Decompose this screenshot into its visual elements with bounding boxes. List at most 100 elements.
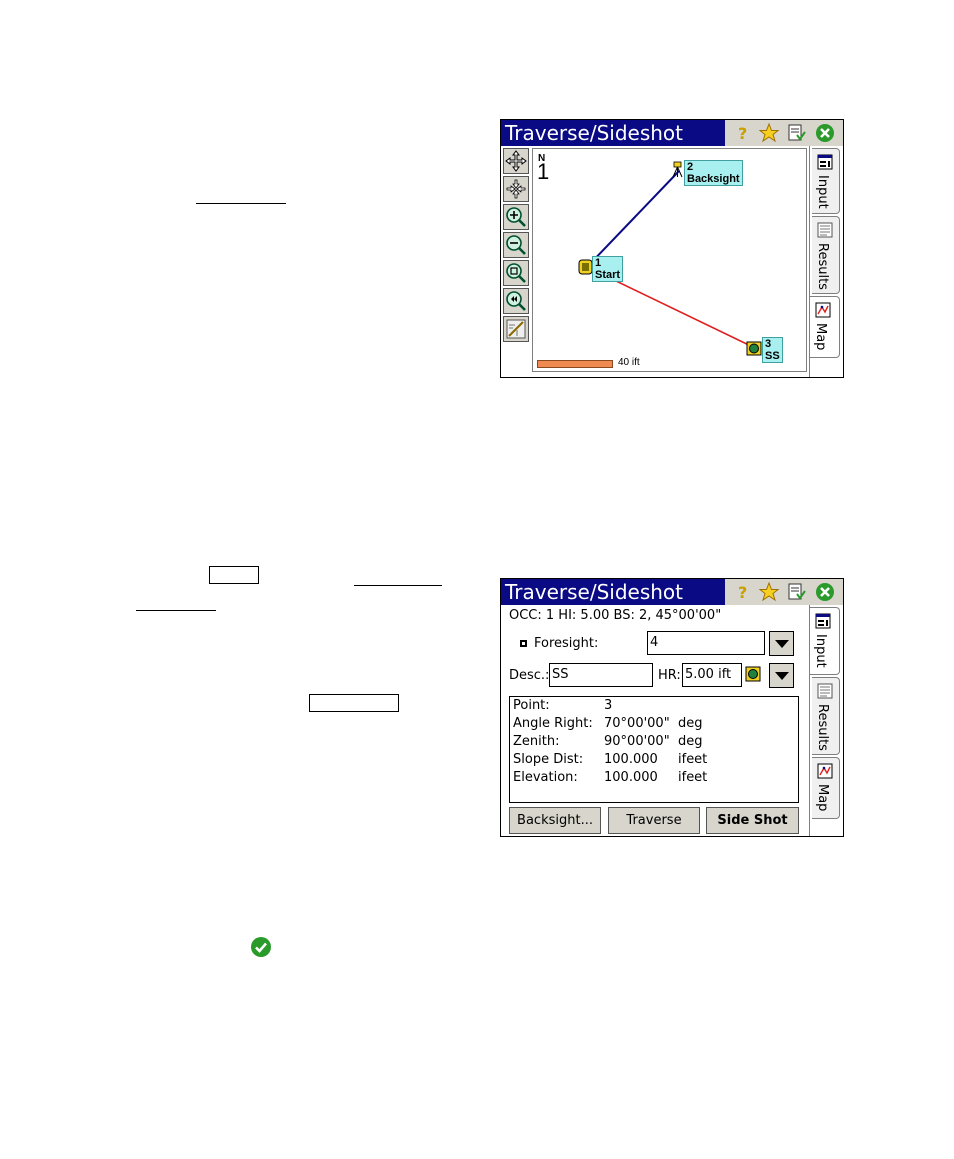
results-panel: Point: 3 Angle Right: 70°00'00" deg Zeni… [509,696,799,803]
desc-label: Desc.: [509,668,550,683]
point-1-label[interactable]: 1 Start [592,256,624,282]
title-bar: Traverse/Sideshot ? [501,120,843,146]
window-title: Traverse/Sideshot [505,121,684,145]
start-station-icon [578,259,593,275]
zoom-in-button[interactable] [503,204,529,230]
routines-icon[interactable] [787,582,807,602]
result-label: Angle Right: [513,716,593,731]
side-tabs: Input Results Map [809,605,843,836]
point-name: Backsight [687,173,740,185]
map-canvas[interactable]: N 1 1 Start 2 Backsight 3 SS 40 ift [532,148,807,372]
map-tab-icon [815,302,831,318]
favorites-star-icon[interactable] [759,123,779,143]
input-client: OCC: 1 HI: 5.00 BS: 2, 45°00'00" Foresig… [501,605,843,836]
hr-label: HR: [658,668,681,683]
result-value: 70°00'00" [604,716,670,731]
title-icons: ? [725,120,843,146]
results-tab-icon [817,222,833,238]
point-name: Start [595,269,621,281]
title-bar: Traverse/Sideshot ? [501,579,843,605]
occupied-header: OCC: 1 HI: 5.00 BS: 2, 45°00'00" [509,608,722,623]
side-shot-button[interactable]: Side Shot [706,807,799,834]
tab-label: Map [815,784,830,812]
routines-icon[interactable] [787,123,807,143]
svg-text:?: ? [738,583,747,602]
point-number: 2 [687,161,694,173]
title-icons: ? [725,579,843,605]
backsight-button[interactable]: Backsight... [509,807,601,834]
hr-dropdown-button[interactable] [769,663,794,688]
foresight-input[interactable]: 4 [647,631,765,655]
tab-label: Input [815,175,830,209]
result-value: 3 [604,698,613,713]
pan-icon [505,150,527,172]
result-label: Zenith: [513,734,560,749]
result-label: Elevation: [513,770,578,785]
result-unit: ifeet [678,770,708,785]
input-tab-icon [817,154,833,170]
zoom-extents-icon [506,179,526,199]
ok-check-icon [251,937,271,957]
svg-text:?: ? [738,124,747,143]
underline-mark [136,610,216,611]
close-icon[interactable] [815,123,835,143]
boxed-key-mark [209,566,259,584]
foresight-bullet-icon [520,640,527,647]
favorites-star-icon[interactable] [759,582,779,602]
desc-input[interactable]: SS [549,663,653,687]
tab-results[interactable]: Results [812,216,840,294]
point-number: 1 [595,257,602,269]
underline-mark [354,585,442,586]
result-label: Slope Dist: [513,752,584,767]
sideshot-prism-icon [746,341,762,356]
hr-input[interactable]: 5.00 ift [682,663,742,687]
result-value: 90°00'00" [604,734,670,749]
zoom-previous-button[interactable] [503,288,529,314]
zoom-out-button[interactable] [503,232,529,258]
tab-label: Input [813,634,828,668]
map-window: Traverse/Sideshot ? N 1 1 Start 2 Backsi… [500,119,844,378]
tab-label: Map [813,323,828,351]
underline-mark [196,203,286,204]
result-value: 100.000 [604,752,658,767]
traverse-button[interactable]: Traverse [608,807,700,834]
map-options-icon [506,319,526,339]
help-icon[interactable]: ? [733,123,753,143]
zoom-extents-button[interactable] [503,176,529,202]
tab-input[interactable]: Input [810,607,840,675]
map-tab-icon [817,763,833,779]
result-value: 100.000 [604,770,658,785]
point-3-label[interactable]: 3 SS [762,337,783,363]
result-unit: deg [678,716,703,731]
tab-label: Results [815,243,830,290]
point-2-label[interactable]: 2 Backsight [684,160,743,186]
tab-input[interactable]: Input [812,148,840,214]
zoom-window-icon [506,263,526,283]
zoom-out-icon [506,235,526,255]
map-client: N 1 1 Start 2 Backsight 3 SS 40 ift [501,146,843,377]
tab-map[interactable]: Map [810,296,840,358]
scale-label: 40 ift [618,357,640,368]
zoom-window-button[interactable] [503,260,529,286]
backsight-target-icon [672,161,683,178]
foresight-label: Foresight: [534,636,599,651]
foresight-dropdown-button[interactable] [769,631,794,656]
window-title: Traverse/Sideshot [505,580,684,604]
pan-tool-button[interactable] [503,148,529,174]
results-tab-icon [817,683,833,699]
tab-results[interactable]: Results [812,677,840,755]
map-options-button[interactable] [503,316,529,342]
boxed-key-mark [309,694,399,712]
prism-icon[interactable] [745,666,761,682]
point-number: 3 [765,338,772,350]
result-label: Point: [513,698,550,713]
side-tabs: Input Results Map [809,146,843,377]
tab-label: Results [815,704,830,751]
backsight-line [586,170,680,268]
result-unit: deg [678,734,703,749]
help-icon[interactable]: ? [733,582,753,602]
tab-map[interactable]: Map [812,757,840,819]
point-name: SS [765,350,780,362]
close-icon[interactable] [815,582,835,602]
input-tab-icon [815,613,831,629]
